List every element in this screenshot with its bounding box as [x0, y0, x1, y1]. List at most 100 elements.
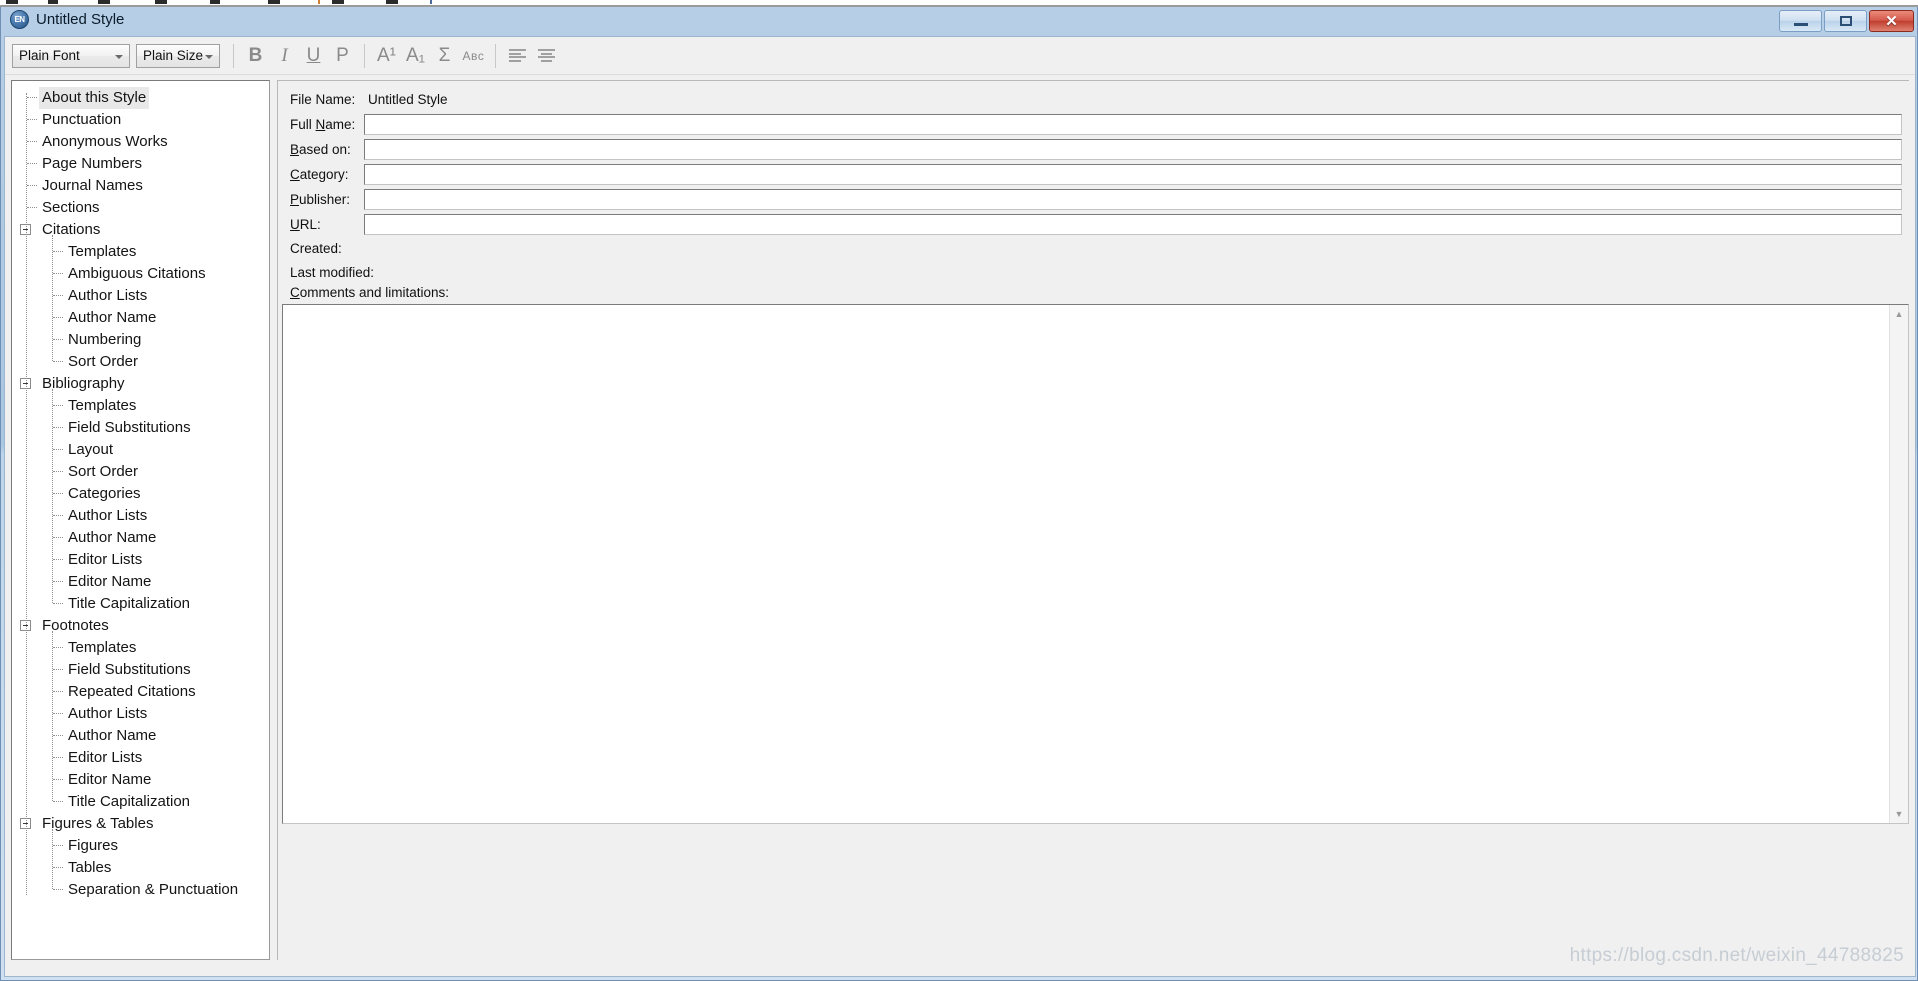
tree-connector-icon [27, 163, 37, 164]
tree-item-templates[interactable]: Templates [12, 241, 269, 263]
font-combo[interactable]: Plain Font [12, 43, 130, 68]
body-split: About this Style Punctuation Anonymous Wor… [5, 76, 1915, 976]
tree-item-layout[interactable]: Layout [12, 439, 269, 461]
tree-item-categories[interactable]: Categories [12, 483, 269, 505]
tree-item-author-lists[interactable]: Author Lists [12, 703, 269, 725]
tree-item-title-capitalization[interactable]: Title Capitalization [12, 593, 269, 615]
tree-connector-icon [53, 669, 63, 670]
tree-item-templates[interactable]: Templates [12, 395, 269, 417]
file-name-value: Untitled Style [368, 91, 448, 107]
tree-connector-icon [53, 845, 63, 846]
comments-label: Comments and limitations: [290, 285, 450, 300]
tree-item-ambiguous-citations[interactable]: Ambiguous Citations [12, 263, 269, 285]
tree-item-editor-name[interactable]: Editor Name [12, 769, 269, 791]
tree-item-figures-tables[interactable]: Figures & Tables [12, 813, 269, 835]
link-adjacent-button[interactable]: Σ [430, 42, 459, 70]
plain-button[interactable]: P [328, 42, 357, 70]
subscript-icon: A₁ [405, 44, 426, 66]
tree-connector-icon [53, 251, 63, 252]
align-center-button[interactable] [532, 42, 561, 70]
category-label: Category: [290, 166, 349, 182]
scroll-down-icon[interactable]: ▼ [1890, 805, 1908, 823]
created-row: Created: [278, 236, 368, 260]
category-input[interactable] [364, 163, 1902, 185]
tree-item-author-name[interactable]: Author Name [12, 527, 269, 549]
tree-connector-icon [53, 537, 63, 538]
tree-connector-icon [53, 801, 63, 802]
tree-item-anonymous-works[interactable]: Anonymous Works [12, 131, 269, 153]
url-input[interactable] [364, 213, 1902, 235]
minimize-button[interactable] [1779, 10, 1822, 32]
italic-button[interactable]: I [270, 42, 299, 70]
full-name-input[interactable] [364, 113, 1902, 135]
bold-button[interactable]: B [241, 42, 270, 70]
tree-item-templates[interactable]: Templates [12, 637, 269, 659]
tree-connector-icon [53, 317, 63, 318]
based-on-input[interactable] [364, 138, 1902, 160]
tree-item-author-lists[interactable]: Author Lists [12, 505, 269, 527]
full-name-label: Full Name: [290, 116, 356, 132]
tree-item-field-substitutions[interactable]: Field Substitutions [12, 659, 269, 681]
tree-item-figures[interactable]: Figures [12, 835, 269, 857]
size-combo[interactable]: Plain Size [136, 43, 220, 68]
tree-connector-icon [53, 691, 63, 692]
font-combo-value: Plain Font [19, 48, 80, 63]
tree-item-label: Figures & Tables [42, 815, 154, 832]
tree-item-editor-name[interactable]: Editor Name [12, 571, 269, 593]
tree-connector-icon [53, 295, 63, 296]
tree-item-author-name[interactable]: Author Name [12, 307, 269, 329]
tree-connector-icon [53, 867, 63, 868]
url-label: URL: [290, 216, 321, 232]
tree-item-label: Punctuation [42, 111, 122, 128]
tree-item-about-this-style[interactable]: About this Style [12, 87, 269, 109]
tree-item-label: About this Style [39, 87, 150, 109]
tree-item-label: Author Name [68, 727, 157, 744]
tree-item-punctuation[interactable]: Punctuation [12, 109, 269, 131]
tree-item-editor-lists[interactable]: Editor Lists [12, 747, 269, 769]
tree-item-editor-lists[interactable]: Editor Lists [12, 549, 269, 571]
tree-item-footnotes[interactable]: Footnotes [12, 615, 269, 637]
tree-guide-line [52, 631, 53, 801]
window-title: Untitled Style [36, 11, 125, 28]
tree-item-repeated-citations[interactable]: Repeated Citations [12, 681, 269, 703]
superscript-button[interactable]: A¹ [372, 42, 401, 70]
tree-item-author-lists[interactable]: Author Lists [12, 285, 269, 307]
maximize-button[interactable] [1824, 10, 1867, 32]
tree-item-label: Editor Name [68, 771, 152, 788]
tree-item-sort-order[interactable]: Sort Order [12, 461, 269, 483]
tree-item-author-name[interactable]: Author Name [12, 725, 269, 747]
tree-item-tables[interactable]: Tables [12, 857, 269, 879]
tree-connector-icon [27, 185, 37, 186]
tree-item-label: Field Substitutions [68, 661, 191, 678]
close-icon: ✕ [1885, 12, 1898, 30]
scroll-up-icon[interactable]: ▲ [1890, 305, 1908, 323]
last-modified-label: Last modified: [290, 264, 375, 280]
formatting-toolbar: Plain Font Plain Size B I U P A¹ A₁ Σ Aʙ… [5, 37, 1915, 75]
tree-item-label: Author Lists [68, 705, 148, 722]
comments-textarea[interactable] [283, 305, 1890, 823]
tree-item-field-substitutions[interactable]: Field Substitutions [12, 417, 269, 439]
toolbar-separator [495, 43, 496, 68]
tree-connector-icon [53, 493, 63, 494]
bold-icon: B [248, 44, 263, 66]
tree-item-title-capitalization[interactable]: Title Capitalization [12, 791, 269, 813]
tree-item-separation-punctuation[interactable]: Separation & Punctuation [12, 879, 269, 901]
tree-item-journal-names[interactable]: Journal Names [12, 175, 269, 197]
close-button[interactable]: ✕ [1869, 10, 1914, 32]
tree-item-numbering[interactable]: Numbering [12, 329, 269, 351]
small-caps-button[interactable]: Aʙᴄ [459, 42, 488, 70]
tree-item-sort-order[interactable]: Sort Order [12, 351, 269, 373]
comments-vertical-scrollbar[interactable]: ▲ ▼ [1889, 305, 1908, 823]
underline-button[interactable]: U [299, 42, 328, 70]
publisher-input[interactable] [364, 188, 1902, 210]
tree-item-citations[interactable]: Citations [12, 219, 269, 241]
align-left-button[interactable] [503, 42, 532, 70]
subscript-button[interactable]: A₁ [401, 42, 430, 70]
about-this-style-panel: File Name: Untitled Style Full Name: Bas… [277, 80, 1909, 960]
tree-item-bibliography[interactable]: Bibliography [12, 373, 269, 395]
tree-item-label: Templates [68, 243, 137, 260]
tree-item-page-numbers[interactable]: Page Numbers [12, 153, 269, 175]
tree-item-label: Separation & Punctuation [68, 881, 239, 898]
tree-item-sections[interactable]: Sections [12, 197, 269, 219]
style-sections-tree-panel[interactable]: About this Style Punctuation Anonymous Wor… [11, 80, 270, 960]
